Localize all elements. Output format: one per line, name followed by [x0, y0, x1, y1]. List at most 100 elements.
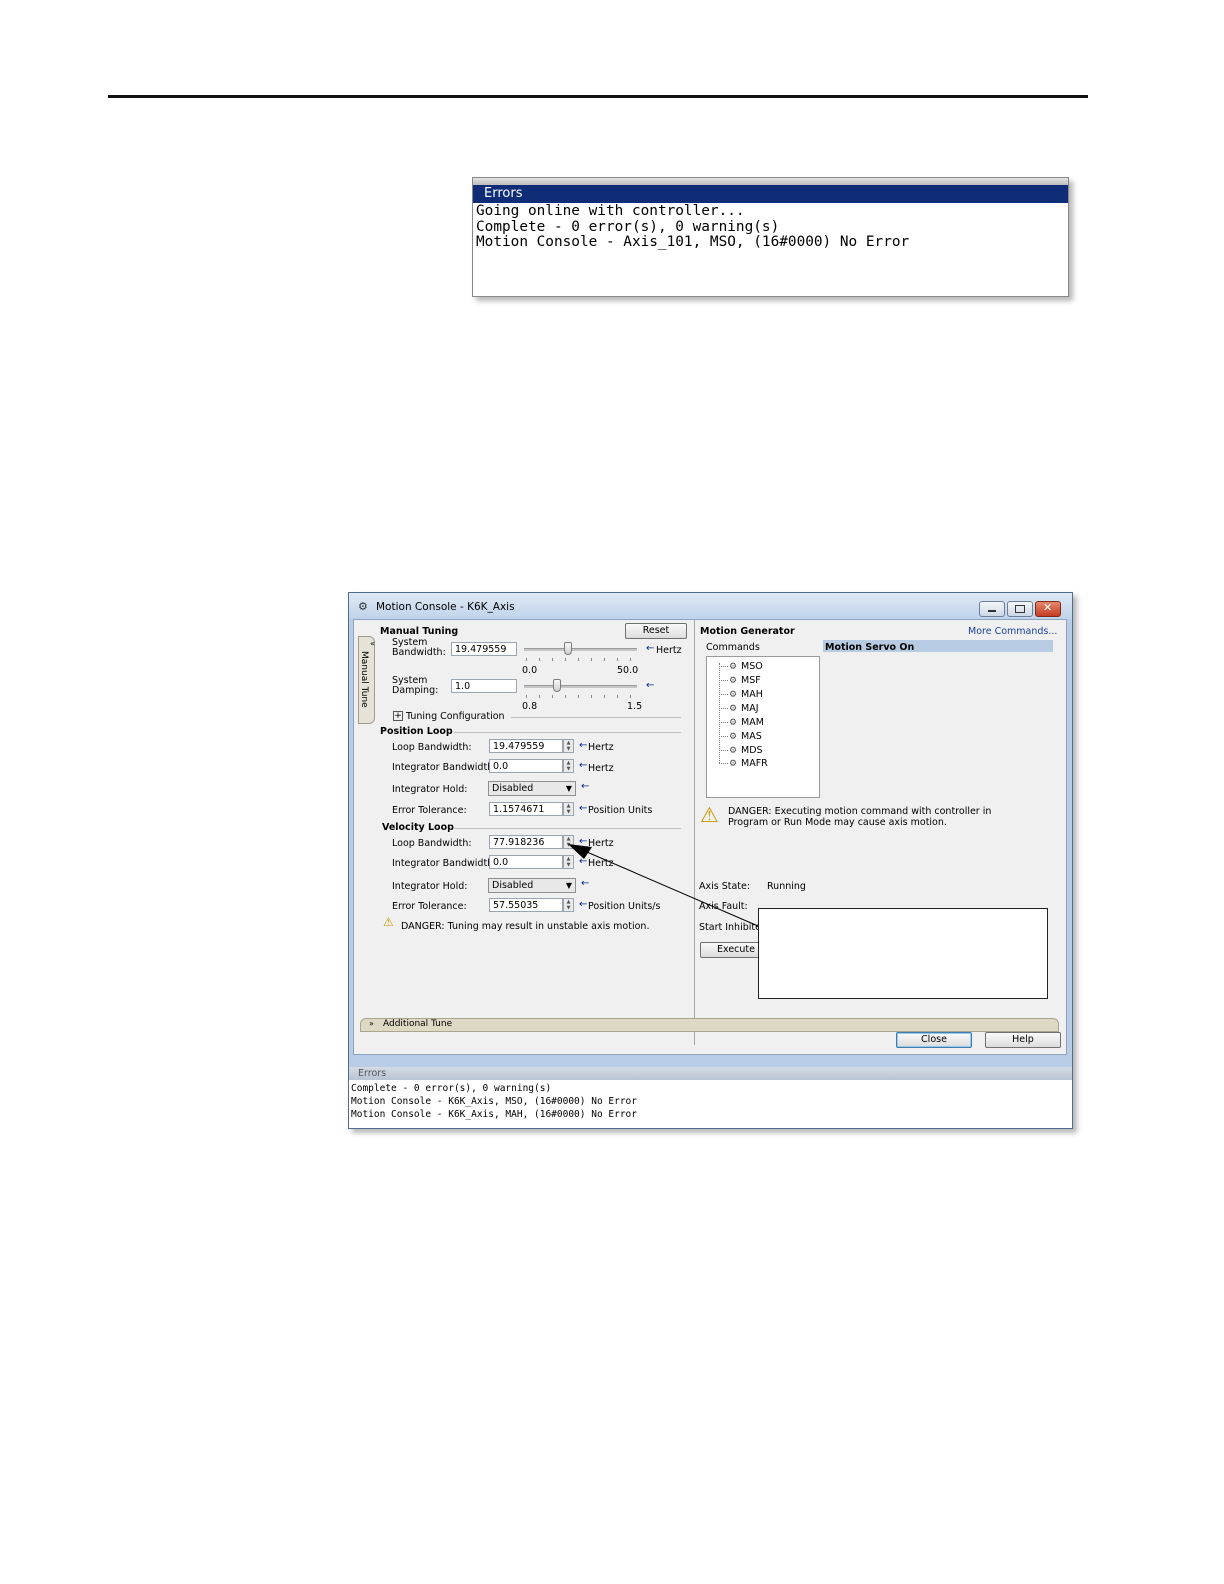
command-item-mas[interactable]: ⚙ MAS [729, 730, 762, 743]
command-item-mafr[interactable]: ⚙ MAFR [729, 757, 768, 770]
arrow-left-icon: ← [581, 781, 590, 792]
selected-command-description: Motion Servo On [825, 642, 915, 653]
command-item-mam[interactable]: ⚙ MAM [729, 716, 764, 729]
vel-integrator-bandwidth-input[interactable]: 0.0 [489, 855, 563, 869]
help-button[interactable]: Help [985, 1032, 1061, 1048]
error-line: Complete - 0 error(s), 0 warning(s) [351, 1083, 552, 1094]
system-bandwidth-label: System Bandwidth: [392, 637, 446, 658]
command-item-maj[interactable]: ⚙ MAJ [729, 702, 759, 715]
more-commands-link[interactable]: More Commands... [968, 626, 1057, 637]
tree-guide [719, 680, 728, 681]
command-label: MAH [741, 689, 763, 700]
arrow-left-icon: ← [579, 803, 588, 814]
command-icon: ⚙ [729, 690, 738, 700]
tree-guide [719, 750, 728, 751]
commands-tree: ⚙ MSO ⚙ MSF ⚙ MAH ⚙ MAJ ⚙ MAM ⚙ MAS ⚙ MDS ⚙ MAFR [706, 656, 820, 798]
tree-guide [719, 663, 720, 763]
side-tab-label: Manual Tune [359, 651, 369, 708]
system-damping-label: System Damping: [392, 675, 439, 696]
command-item-mso[interactable]: ⚙ MSO [729, 660, 763, 673]
pos-loop-bandwidth-label: Loop Bandwidth: [392, 742, 472, 753]
error-line: Motion Console - K6K_Axis, MSO, (16#0000… [351, 1096, 637, 1107]
errors-window: Errors Going online with controller... C… [472, 177, 1069, 297]
pos-error-tolerance-input[interactable]: 1.1574671 [489, 802, 563, 816]
section-divider [511, 717, 681, 718]
damping-max: 1.5 [627, 701, 643, 712]
command-label: MAM [741, 717, 764, 728]
command-label: MDS [741, 745, 763, 756]
tree-guide [719, 722, 728, 723]
close-window-button[interactable]: ✕ [1035, 601, 1061, 617]
bandwidth-max: 50.0 [617, 665, 639, 676]
command-icon: ⚙ [729, 662, 738, 672]
command-icon: ⚙ [729, 732, 738, 742]
panel-divider [694, 620, 695, 1045]
close-button[interactable]: Close [896, 1032, 972, 1048]
damping-slider-thumb[interactable] [552, 679, 561, 692]
position-loop-heading: Position Loop [380, 726, 453, 737]
warning-icon: ⚠ [383, 915, 394, 929]
pos-loop-bandwidth-spinner[interactable]: ▲ ▼ [563, 739, 574, 753]
expand-plus-icon[interactable]: + [393, 711, 403, 721]
dropdown-value: Disabled [492, 783, 534, 794]
command-label: MSO [741, 661, 763, 672]
command-label: MAS [741, 731, 762, 742]
tuning-configuration-toggle[interactable]: Tuning Configuration [406, 711, 505, 722]
errors-window-top-strip [473, 178, 1068, 185]
command-label: MSF [741, 675, 761, 686]
pos-error-tolerance-label: Error Tolerance: [392, 805, 467, 816]
command-icon: ⚙ [729, 718, 738, 728]
bandwidth-slider-thumb[interactable] [564, 642, 573, 655]
pos-integrator-bandwidth-unit: Hertz [588, 763, 614, 774]
system-bandwidth-input[interactable]: 19.479559 [451, 642, 517, 656]
velocity-loop-heading: Velocity Loop [382, 822, 454, 833]
minimize-button[interactable] [979, 601, 1005, 617]
error-line: Motion Console - K6K_Axis, MAH, (16#0000… [351, 1109, 637, 1120]
errors-window-title: Errors [473, 185, 1068, 203]
annotation-arrow-line [579, 848, 759, 927]
manual-tuning-heading: Manual Tuning [380, 626, 459, 637]
section-divider [454, 828, 681, 829]
arrow-left-icon: ← [579, 760, 588, 771]
pos-error-tolerance-unit: Position Units [588, 805, 653, 816]
motion-console-window: ⚙ Motion Console - K6K_Axis ✕ Manual Tun… [348, 592, 1073, 1129]
bandwidth-slider-track[interactable] [524, 648, 637, 651]
maximize-button[interactable] [1007, 601, 1033, 617]
pos-integrator-hold-dropdown[interactable]: Disabled ▼ [488, 781, 576, 796]
tree-guide [719, 736, 728, 737]
maximize-icon [1015, 605, 1025, 613]
errors-window-body: Going online with controller... Complete… [473, 203, 1068, 251]
command-item-msf[interactable]: ⚙ MSF [729, 674, 761, 687]
bandwidth-slider-ticks [526, 658, 636, 661]
chevron-double-icon: « [370, 639, 375, 648]
vel-integrator-hold-label: Integrator Hold: [392, 881, 468, 892]
command-item-mds[interactable]: ⚙ MDS [729, 744, 763, 757]
pos-integrator-bandwidth-spinner[interactable]: ▲ ▼ [563, 759, 574, 773]
annotation-arrow [568, 844, 759, 927]
additional-tune-bar[interactable]: » Additional Tune [360, 1018, 1059, 1032]
command-icon: ⚙ [729, 759, 738, 769]
chevron-double-down-icon: » [369, 1019, 374, 1028]
minimize-icon [988, 610, 996, 612]
manual-tune-side-tab[interactable]: Manual Tune « [358, 636, 375, 724]
vel-error-tolerance-input[interactable]: 57.55035 [489, 898, 563, 912]
errors-pane-header: Errors [349, 1067, 1072, 1080]
dropdown-value: Disabled [492, 880, 534, 891]
bandwidth-min: 0.0 [522, 665, 538, 676]
damping-min: 0.8 [522, 701, 538, 712]
command-item-mah[interactable]: ⚙ MAH [729, 688, 763, 701]
damping-slider-track[interactable] [524, 685, 637, 688]
additional-tune-label: Additional Tune [383, 1019, 453, 1029]
system-damping-input[interactable]: 1.0 [451, 679, 517, 693]
close-icon: ✕ [1043, 601, 1053, 614]
vel-loop-bandwidth-input[interactable]: 77.918236 [489, 835, 563, 849]
annotation-arrow-head [568, 844, 592, 859]
command-icon: ⚙ [729, 704, 738, 714]
pos-loop-bandwidth-input[interactable]: 19.479559 [489, 739, 563, 753]
page-header-rule [108, 95, 1088, 98]
reset-button[interactable]: Reset [625, 623, 687, 639]
motion-danger-line2: Program or Run Mode may cause axis motio… [728, 817, 947, 828]
pos-integrator-bandwidth-input[interactable]: 0.0 [489, 759, 563, 773]
pos-loop-bandwidth-unit: Hertz [588, 742, 614, 753]
pos-error-tolerance-spinner[interactable]: ▲ ▼ [563, 802, 574, 816]
